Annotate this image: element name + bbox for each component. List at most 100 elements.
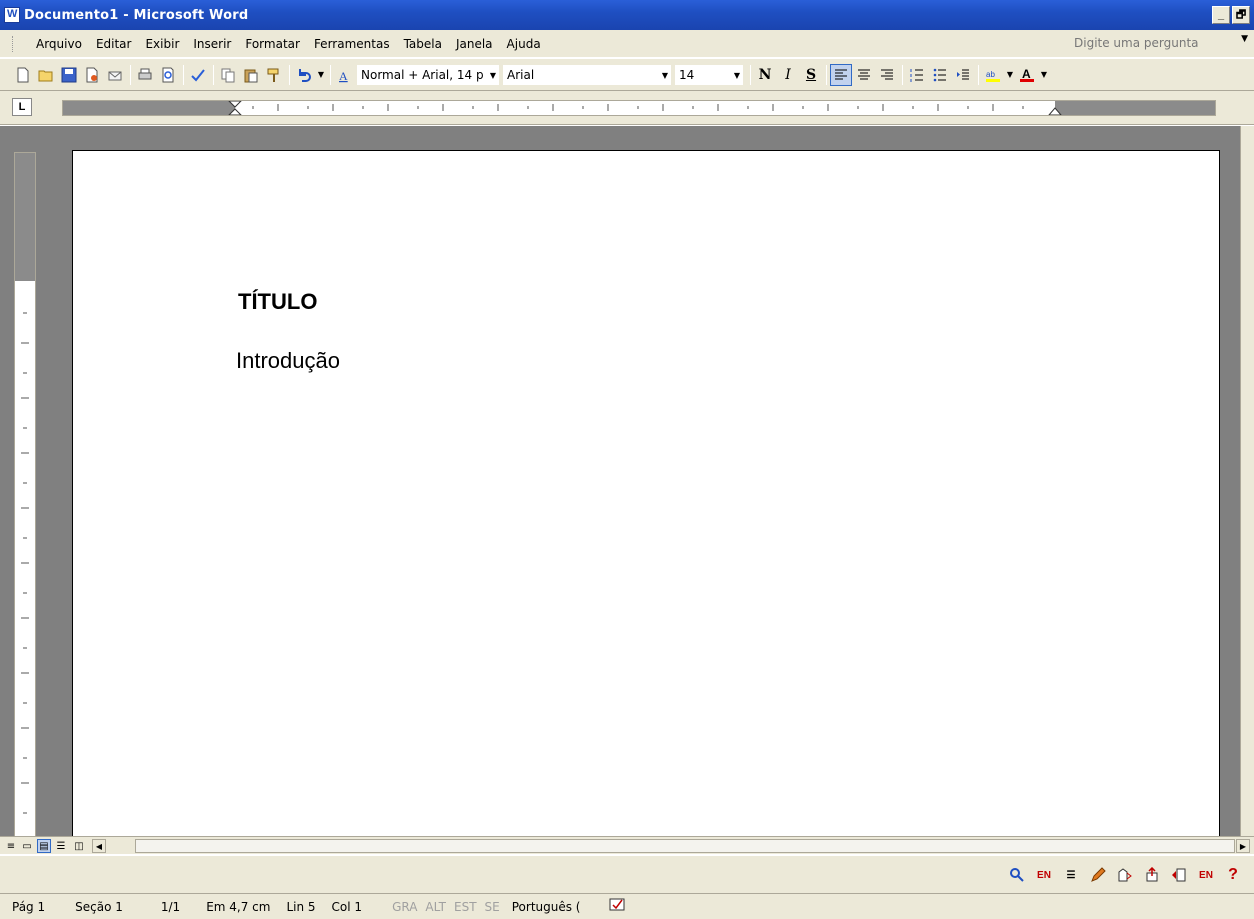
increase-indent-button[interactable]	[952, 64, 974, 86]
status-pages: 1/1	[160, 899, 181, 914]
align-center-button[interactable]	[853, 64, 875, 86]
toolbar-separator	[750, 64, 751, 85]
title-bar: Documento1 - Microsoft Word _ 🗗	[0, 0, 1254, 30]
bullets-button[interactable]	[929, 64, 951, 86]
restore-button[interactable]: 🗗	[1232, 6, 1250, 24]
menu-inserir[interactable]: Inserir	[186, 35, 238, 53]
translate-pref-icon[interactable]: EN	[1195, 864, 1217, 886]
ruler-row: L	[0, 91, 1254, 125]
status-position: Em 4,7 cm	[206, 899, 271, 914]
horizontal-ruler[interactable]	[62, 100, 1216, 116]
translate-web-icon[interactable]: EN	[1033, 864, 1055, 886]
menu-tabela[interactable]: Tabela	[397, 35, 449, 53]
normal-view-icon[interactable]: ≡	[4, 839, 18, 853]
svg-text:A: A	[339, 69, 348, 83]
style-select[interactable]: Normal + Arial, 14 p ▼	[357, 64, 499, 85]
menu-arquivo[interactable]: Arquivo	[29, 35, 89, 53]
new-document-icon[interactable]	[12, 64, 34, 86]
document-heading[interactable]: TÍTULO	[238, 289, 317, 315]
menu-grip[interactable]	[12, 35, 15, 52]
menu-janela[interactable]: Janela	[449, 35, 500, 53]
undo-icon[interactable]	[293, 64, 315, 86]
font-size-select[interactable]: 14 ▼	[675, 64, 743, 85]
vertical-ruler-ticks	[21, 312, 29, 814]
list-icon[interactable]: ☰	[1060, 864, 1082, 886]
permission-icon[interactable]	[81, 64, 103, 86]
reading-layout-view-icon[interactable]: ◫	[72, 839, 86, 853]
menu-bar: Arquivo Editar Exibir Inserir Formatar F…	[0, 30, 1254, 58]
horizontal-scrollbar[interactable]	[135, 839, 1235, 853]
style-select-value: Normal + Arial, 14 p	[361, 67, 484, 82]
chevron-down-icon: ▼	[661, 70, 668, 80]
status-language[interactable]: Português (	[504, 900, 589, 914]
menu-ajuda[interactable]: Ajuda	[500, 35, 548, 53]
font-select[interactable]: Arial ▼	[503, 64, 671, 85]
toolbar-separator	[289, 64, 290, 85]
toolbar-separator	[330, 64, 331, 85]
italic-button[interactable]: I	[777, 64, 799, 86]
document-page[interactable]: TÍTULO Introdução	[72, 150, 1220, 840]
lower-toolbar: EN ☰ EN ?	[0, 855, 1254, 893]
print-layout-view-icon[interactable]: ▤	[37, 839, 51, 853]
chevron-down-icon: ▼	[733, 70, 740, 80]
font-color-icon[interactable]: A	[1016, 64, 1038, 86]
status-extend[interactable]: EST	[450, 900, 481, 914]
save-icon[interactable]	[58, 64, 80, 86]
menu-editar[interactable]: Editar	[89, 35, 139, 53]
research-icon[interactable]	[1006, 864, 1028, 886]
ruler-ticks	[228, 101, 1062, 115]
undo-dropdown-icon[interactable]: ▼	[316, 64, 326, 86]
bold-button[interactable]: N	[754, 64, 776, 86]
view-and-scroll-bar: ≡ ▭ ▤ ☰ ◫ ◀ ▶	[0, 836, 1254, 854]
align-right-button[interactable]	[876, 64, 898, 86]
copy-icon[interactable]	[217, 64, 239, 86]
email-icon[interactable]	[104, 64, 126, 86]
help-search-input[interactable]: Digite uma pergunta	[1070, 36, 1220, 54]
toolbar-separator	[902, 64, 903, 85]
styles-icon[interactable]: A	[334, 64, 356, 86]
font-color-dropdown-icon[interactable]: ▼	[1039, 64, 1049, 86]
help-icon[interactable]: ?	[1222, 864, 1244, 886]
underline-button[interactable]: S	[800, 64, 822, 86]
print-icon[interactable]	[134, 64, 156, 86]
status-overtype[interactable]: SE	[481, 900, 504, 914]
outline-view-icon[interactable]: ☰	[54, 839, 68, 853]
word-app-icon[interactable]	[4, 7, 20, 23]
web-layout-view-icon[interactable]: ▭	[20, 839, 34, 853]
open-folder-icon[interactable]	[35, 64, 57, 86]
highlight-icon[interactable]: ab	[982, 64, 1004, 86]
print-preview-icon[interactable]	[157, 64, 179, 86]
spelling-status-icon[interactable]	[588, 897, 634, 916]
toolbar: ▼ A Normal + Arial, 14 p ▼ Arial ▼ 14 ▼ …	[0, 59, 1254, 91]
scroll-right-icon[interactable]: ▶	[1236, 839, 1250, 853]
minimize-button[interactable]: _	[1212, 6, 1230, 24]
format-painter-icon[interactable]	[263, 64, 285, 86]
vertical-ruler[interactable]	[14, 152, 36, 838]
lower-toolbar-buttons: EN ☰ EN ?	[1006, 864, 1244, 886]
numbering-button[interactable]	[906, 64, 928, 86]
status-bar: Pág 1 Seção 1 1/1 Em 4,7 cm Lin 5 Col 1 …	[0, 893, 1254, 919]
toolbar-separator	[130, 64, 131, 85]
status-macro-record[interactable]: GRA	[370, 900, 421, 914]
scroll-left-icon[interactable]: ◀	[92, 839, 106, 853]
reply-icon[interactable]	[1114, 864, 1136, 886]
help-dropdown-arrow[interactable]: ▼	[1241, 34, 1248, 44]
status-column: Col 1	[331, 899, 363, 914]
vertical-scrollbar[interactable]	[1240, 126, 1254, 836]
menu-ferramentas[interactable]: Ferramentas	[307, 35, 397, 53]
share-icon[interactable]	[1141, 864, 1163, 886]
edit-icon[interactable]	[1087, 864, 1109, 886]
tab-selector[interactable]: L	[12, 98, 32, 116]
menu-exibir[interactable]: Exibir	[138, 35, 186, 53]
status-track-changes[interactable]: ALT	[421, 900, 450, 914]
align-left-button[interactable]	[830, 63, 852, 86]
font-size-value: 14	[679, 67, 695, 82]
paste-icon[interactable]	[240, 64, 262, 86]
spelling-icon[interactable]	[187, 64, 209, 86]
document-back-icon[interactable]	[1168, 864, 1190, 886]
toolbar-separator	[978, 64, 979, 85]
document-paragraph[interactable]: Introdução	[236, 348, 340, 374]
highlight-dropdown-icon[interactable]: ▼	[1005, 64, 1015, 86]
menu-formatar[interactable]: Formatar	[238, 35, 307, 53]
toolbar-separator	[826, 64, 827, 85]
